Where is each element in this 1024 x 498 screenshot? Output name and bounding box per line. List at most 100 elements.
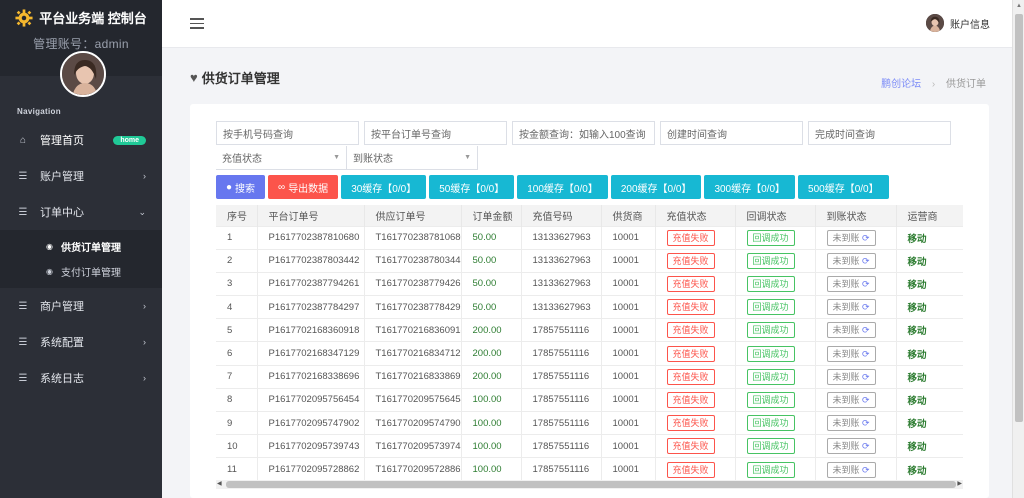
column-header[interactable]: 回调状态 [735,205,816,226]
table-row[interactable]: 9 P1617702095747902 T1617702095747902 100.0… [216,410,963,435]
column-header[interactable]: 供货商 [601,205,656,226]
amount-search-input[interactable]: 按金额查询：如输入100查询 [512,121,655,145]
recharge-status-badge[interactable]: 充值失败 [666,252,715,269]
callback-status-badge[interactable]: 回调成功 [746,391,795,408]
column-header[interactable]: 平台订单号 [257,205,365,226]
scrollbar-thumb[interactable] [1015,14,1023,422]
cache-200-button[interactable]: 200缓存【0/0】 [610,175,702,199]
horizontal-scrollbar[interactable]: ◀ ▶ [216,480,963,489]
table-row[interactable]: 8 P1617702095756454 T1617702095756454 100.0… [216,387,963,412]
recharge-status-badge[interactable]: 充值失败 [666,415,715,432]
table-row[interactable]: 4 P1617702387784297 T1617702387784297 50.00… [216,295,963,319]
cache-300-button[interactable]: 300缓存【0/0】 [704,175,796,199]
export-button[interactable]: ∞ 导出数据 [268,175,339,199]
arrival-status-badge[interactable]: 未到账 ⟳ [826,229,876,246]
sidebar-item-home[interactable]: ⌂ 管理首页 home [0,122,162,158]
callback-status-badge[interactable]: 回调成功 [746,345,795,362]
sidebar-subitem-payment-orders[interactable]: ◉ 支付订单管理 [0,259,162,284]
column-header[interactable]: 充值号码 [521,205,602,226]
recharge-status-badge[interactable]: 充值失败 [666,345,715,362]
recharge-status-badge[interactable]: 充值失败 [666,438,715,455]
arrival-status-badge[interactable]: 未到账 ⟳ [826,299,876,316]
column-header[interactable]: 充值状态 [655,205,736,226]
sidebar-item-config[interactable]: ☰ 系统配置 › [0,324,162,360]
arrival-status-badge[interactable]: 未到账 ⟳ [826,461,876,478]
sidebar-item-label: 系统配置 [40,337,84,349]
phone-search-input[interactable]: 按手机号码查询 [216,121,359,145]
avatar[interactable] [60,51,106,97]
table-row[interactable]: 2 P1617702387803442 T1617702387803442 50.00… [216,248,963,273]
callback-status-badge[interactable]: 回调成功 [746,368,795,385]
callback-status-badge[interactable]: 回调成功 [746,229,795,246]
table-row[interactable]: 7 P1617702168338696 T1617702168338696 200.0… [216,364,963,389]
scroll-left-icon[interactable]: ◀ [217,480,222,487]
user-menu[interactable]: 账户信息 [926,14,990,32]
table-row[interactable]: 11 P1617702095728862 T1617702095728862 100.… [216,457,963,482]
arrival-status-badge[interactable]: 未到账 ⟳ [826,275,876,292]
arrival-status-badge[interactable]: 未到账 ⟳ [826,415,876,432]
column-header[interactable]: 订单金额 [461,205,522,226]
breadcrumb: 鹏创论坛 › 供货订单 [881,75,986,90]
caret-down-icon: ▼ [333,154,340,161]
arrival-status-badge[interactable]: 未到账 ⟳ [826,391,876,408]
column-header[interactable]: 序号 [216,205,258,226]
sidebar-item-logs[interactable]: ☰ 系统日志 › [0,360,162,396]
platform-order-search-input[interactable]: 按平台订单号查询 [364,121,507,145]
cell-platform-order: P1617702168338696 [257,364,365,389]
arrival-status-badge[interactable]: 未到账 ⟳ [826,368,876,385]
arrival-status-badge[interactable]: 未到账 ⟳ [826,322,876,339]
recharge-status-badge[interactable]: 充值失败 [666,275,715,292]
recharge-status-badge[interactable]: 充值失败 [666,322,715,339]
cell-phone: 17857551116 [521,410,602,435]
scroll-up-icon[interactable]: ▲ [1016,3,1022,9]
vertical-scrollbar[interactable]: ▲ [1012,0,1024,498]
home-badge: home [113,135,146,145]
column-header[interactable]: 供应订单号 [364,205,462,226]
menu-toggle-icon[interactable] [190,18,204,30]
brand[interactable]: 平台业务端 控制台 [0,8,162,27]
sidebar-item-orders[interactable]: ☰ 订单中心 ⌄ [0,194,162,230]
arrival-status-badge[interactable]: 未到账 ⟳ [826,252,876,269]
sidebar-item-accounts[interactable]: ☰ 账户管理 › [0,158,162,194]
arrival-status-select[interactable]: 到账状态 ▼ [347,146,478,170]
table-row[interactable]: 5 P1617702168360918 T1617702168360918 200.0… [216,318,963,342]
column-header[interactable]: 运营商 [896,205,963,226]
cache-500-button[interactable]: 500缓存【0/0】 [798,175,889,199]
callback-status-badge[interactable]: 回调成功 [746,322,795,339]
callback-status-badge[interactable]: 回调成功 [746,415,795,432]
arrival-status-badge[interactable]: 未到账 ⟳ [826,438,876,455]
refresh-icon: ⟳ [862,394,870,405]
sidebar-subitem-supply-orders[interactable]: ◉ 供货订单管理 [0,234,162,259]
finished-time-input[interactable]: 完成时间查询 [808,121,951,145]
callback-status-badge[interactable]: 回调成功 [746,275,795,292]
recharge-status-badge[interactable]: 充值失败 [666,391,715,408]
arrival-status-badge[interactable]: 未到账 ⟳ [826,345,876,362]
recharge-status-badge[interactable]: 充值失败 [666,461,715,478]
table-row[interactable]: 6 P1617702168347129 T1617702168347129 200.0… [216,341,963,366]
table-row[interactable]: 1 P1617702387810680 T1617702387810680 50.00… [216,225,963,250]
callback-status-badge[interactable]: 回调成功 [746,461,795,478]
scrollbar-thumb[interactable] [226,481,956,488]
cell-amount: 100.00 [461,410,522,435]
chevron-right-icon: › [143,171,146,181]
cache-50-button[interactable]: 50缓存【0/0】 [429,175,515,199]
navigation-label: Navigation [17,107,61,116]
column-header[interactable]: 到账状态 [815,205,897,226]
recharge-status-badge[interactable]: 充值失败 [666,229,715,246]
table-row[interactable]: 3 P1617702387794261 T1617702387794261 50.00… [216,271,963,296]
recharge-status-badge[interactable]: 充值失败 [666,368,715,385]
table-row[interactable]: 10 P1617702095739743 T1617702095739743 100.… [216,434,963,458]
callback-status-badge[interactable]: 回调成功 [746,438,795,455]
search-button[interactable]: ● 搜索 [216,175,266,199]
cache-30-button[interactable]: 30缓存【0/0】 [341,175,427,199]
created-time-input[interactable]: 创建时间查询 [660,121,803,145]
recharge-status-badge[interactable]: 充值失败 [666,299,715,316]
sidebar-item-merchants[interactable]: ☰ 商户管理 › [0,288,162,324]
callback-status-badge[interactable]: 回调成功 [746,252,795,269]
breadcrumb-link[interactable]: 鹏创论坛 [881,79,921,90]
cell-supply-order: T1617702387803442 [364,248,462,273]
recharge-status-select[interactable]: 充值状态 ▼ [216,146,347,170]
scroll-right-icon[interactable]: ▶ [957,480,962,487]
callback-status-badge[interactable]: 回调成功 [746,299,795,316]
cache-100-button[interactable]: 100缓存【0/0】 [517,175,608,199]
